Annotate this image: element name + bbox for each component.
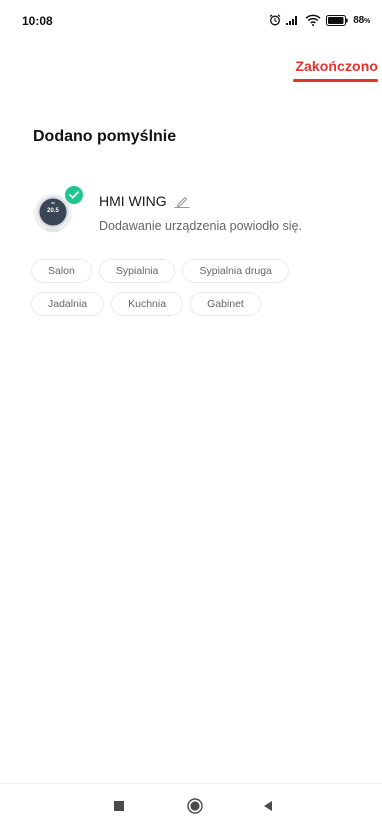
room-chip-row: Jadalnia Kuchnia Gabinet <box>31 292 351 316</box>
app-screen: 10:08 88% Zakończono Dodano pomyślnie 20… <box>0 0 382 829</box>
device-indicator <box>51 202 55 204</box>
device-name-line: HMI WING <box>99 193 190 209</box>
battery-percent-value: 88 <box>353 14 364 26</box>
home-icon[interactable] <box>187 798 203 814</box>
battery-percent-suffix: % <box>363 17 370 25</box>
page-title: Dodano pomyślnie <box>33 128 177 145</box>
device-stand <box>46 228 60 232</box>
status-icons: 88% <box>269 13 370 27</box>
edit-name-icon[interactable] <box>174 195 190 208</box>
room-chip-kuchnia[interactable]: Kuchnia <box>111 292 184 316</box>
status-time: 10:08 <box>22 14 53 28</box>
alarm-icon <box>269 14 281 26</box>
battery-icon <box>326 14 348 26</box>
success-check-icon <box>65 186 83 204</box>
room-chip-sypialnia[interactable]: Sypialnia <box>98 259 176 283</box>
device-display-temperature: 20.5 <box>47 208 59 214</box>
wifi-icon <box>305 14 321 26</box>
status-bar: 10:08 88% <box>0 0 382 40</box>
done-action: Zakończono <box>293 58 378 82</box>
battery-percent: 88% <box>353 15 370 26</box>
signal-icon <box>286 16 298 25</box>
room-chip-salon[interactable]: Salon <box>31 259 92 283</box>
room-chip-gabinet[interactable]: Gabinet <box>190 292 261 316</box>
room-chips: Salon Sypialnia Sypialnia druga Jadalnia… <box>31 259 351 325</box>
device-status-message: Dodawanie urządzenia powiodło się. <box>99 219 302 233</box>
room-chip-jadalnia[interactable]: Jadalnia <box>31 292 105 316</box>
done-underline <box>293 79 378 82</box>
device-row: 20.5 HMI WING Dodawanie urządzenia powio… <box>31 186 351 236</box>
back-icon[interactable] <box>262 800 274 812</box>
navigation-bar <box>0 783 382 829</box>
room-chip-row: Salon Sypialnia Sypialnia druga <box>31 259 351 283</box>
room-chip-sypialnia-druga[interactable]: Sypialnia druga <box>182 259 289 283</box>
done-button[interactable]: Zakończono <box>295 58 378 74</box>
recent-apps-icon[interactable] <box>113 800 125 812</box>
device-name: HMI WING <box>99 193 167 209</box>
